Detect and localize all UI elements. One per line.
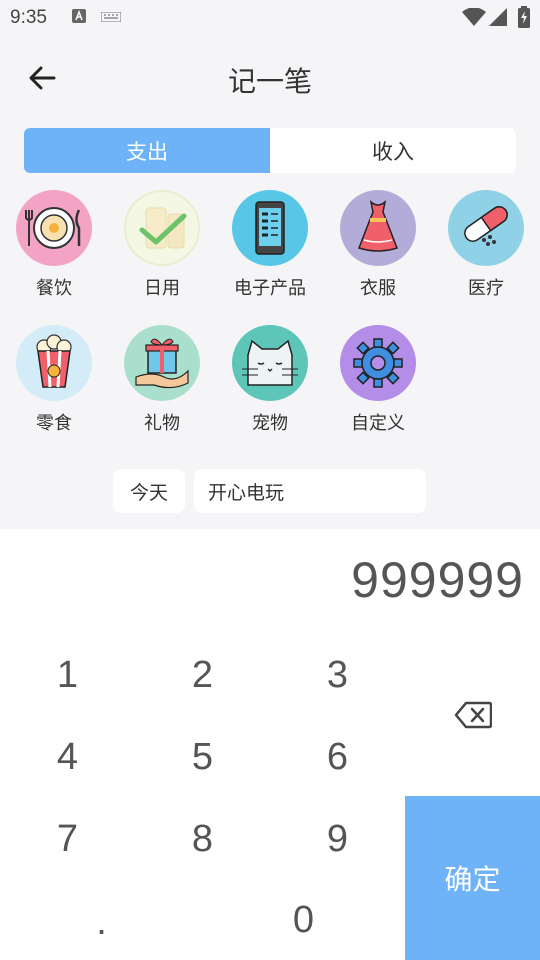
category-custom[interactable]: 自定义 [324,325,432,435]
gift-icon [124,325,200,401]
pill-capsule-icon [448,190,524,266]
category-electronics[interactable]: 电子产品 [216,190,324,300]
category-dining[interactable]: 餐饮 [0,190,108,300]
key-0[interactable]: 0 [236,879,371,960]
key-2[interactable]: 2 [135,634,270,716]
amount-display: 999999 [351,552,524,608]
key-7[interactable]: 7 [0,798,135,880]
category-medical[interactable]: 医疗 [432,190,540,300]
category-label: 电子产品 [234,278,306,299]
type-tabs: 支出 收入 [24,128,516,173]
category-daily[interactable]: 日用 [108,190,216,300]
cat-icon [232,325,308,401]
gear-icon [340,325,416,401]
phone-icon [232,190,308,266]
confirm-button[interactable]: 确定 [405,796,540,960]
note-field[interactable] [194,469,426,513]
key-4[interactable]: 4 [0,716,135,798]
key-1[interactable]: 1 [0,634,135,716]
category-label: 自定义 [351,413,405,434]
status-bar: 9:35 [0,0,540,36]
key-9[interactable]: 9 [270,798,405,880]
key-6[interactable]: 6 [270,716,405,798]
dress-icon [340,190,416,266]
daily-use-icon [124,190,200,266]
category-label: 医疗 [468,278,504,299]
tab-expense[interactable]: 支出 [24,128,270,173]
note-input[interactable] [208,480,408,502]
battery-charging-icon [518,6,530,28]
category-label: 衣服 [360,278,396,299]
category-label: 餐饮 [36,278,72,299]
keyboard-icon [101,12,121,22]
number-keypad: 999999 1 2 3 4 5 6 7 8 9 . 0 确定 [0,529,540,960]
top-bar: 记一笔 [0,36,540,124]
keyboard-a-icon [72,9,86,23]
cellular-signal-icon [489,8,507,26]
page-title: 记一笔 [227,65,312,98]
key-5[interactable]: 5 [135,716,270,798]
category-clothing[interactable]: 衣服 [324,190,432,300]
key-8[interactable]: 8 [135,798,270,880]
category-gift[interactable]: 礼物 [108,325,216,435]
category-pet[interactable]: 宠物 [216,325,324,435]
category-label: 零食 [36,413,72,434]
category-label: 礼物 [144,413,180,434]
key-3[interactable]: 3 [270,634,405,716]
dining-icon [16,190,92,266]
backspace-icon [454,701,492,729]
category-label: 日用 [144,278,180,299]
date-selector[interactable]: 今天 [113,469,185,513]
category-label: 宠物 [252,413,288,434]
category-snacks[interactable]: 零食 [0,325,108,435]
backspace-button[interactable] [405,674,540,756]
wifi-icon [462,8,486,26]
status-time: 9:35 [10,7,47,28]
popcorn-icon [16,325,92,401]
tab-income[interactable]: 收入 [270,128,516,173]
key-decimal[interactable]: . [34,881,169,960]
